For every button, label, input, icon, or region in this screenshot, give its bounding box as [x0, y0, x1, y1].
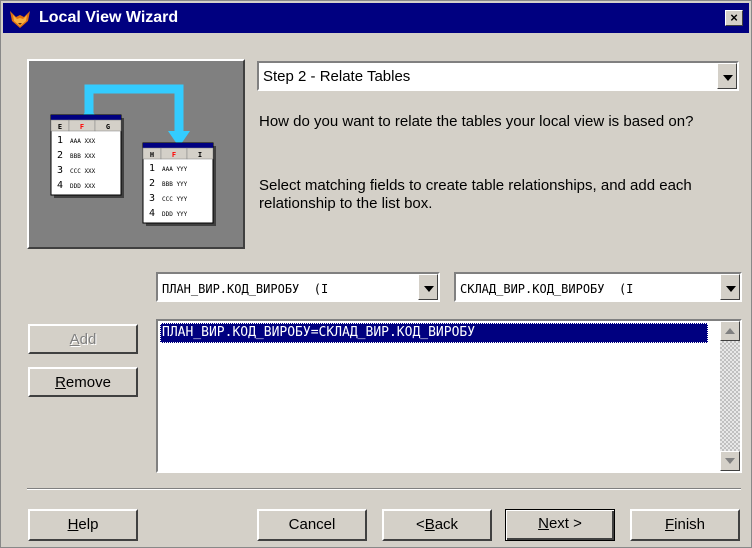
chevron-down-icon[interactable] [720, 274, 740, 300]
right-field-value: СКЛАД_ВИР.КОД_ВИРОБУ (I [460, 282, 634, 296]
table-row-number: 2 [149, 178, 155, 189]
relationship-item[interactable]: ПЛАН_ВИР.КОД_ВИРОБУ=СКЛАД_ВИР.КОД_ВИРОБУ [160, 323, 708, 343]
window-title: Local View Wizard [39, 9, 179, 26]
next-button[interactable]: Next > [505, 509, 615, 541]
table-row-values: CCC XXX [70, 168, 96, 175]
finish-access-key: F [664, 516, 675, 533]
help-access-key: H [67, 516, 79, 533]
table-header-label: F [80, 123, 84, 131]
chevron-down-icon[interactable] [717, 63, 737, 89]
cancel-button[interactable]: Cancel [257, 509, 367, 541]
table-header-label: G [106, 123, 110, 131]
add-label: dd [79, 331, 97, 348]
table-row-values: DDD YYY [162, 211, 188, 218]
mini-table-left: E F G 1 AAA XXX 2 BBB XXX 3 CCC XXX 4 DDD XXX [50, 114, 124, 198]
mini-table-right: H F I 1 AAA YYY 2 BBB YYY 3 CCC YYY 4 DDD YYY [142, 142, 216, 226]
step-dropdown[interactable]: Step 2 - Relate Tables [257, 61, 739, 91]
remove-label: emove [65, 374, 111, 391]
table-header-label: H [150, 151, 154, 159]
table-row-values: CCC YYY [162, 196, 188, 203]
add-access-key: A [69, 331, 80, 348]
right-field-dropdown[interactable]: СКЛАД_ВИР.КОД_ВИРОБУ (I [454, 272, 742, 302]
table-row-number: 3 [149, 193, 155, 204]
relate-hint: Select matching fields to create table r… [259, 177, 692, 212]
scroll-up-icon[interactable] [720, 321, 740, 341]
title-bar[interactable]: Local View Wizard × [3, 3, 749, 33]
table-header-label: E [58, 123, 62, 131]
table-header-label: F [172, 151, 176, 159]
help-label: elp [78, 516, 99, 533]
table-row-number: 1 [149, 163, 155, 174]
cancel-label: Cancel [288, 516, 336, 533]
relate-question: How do you want to relate the tables you… [259, 113, 694, 130]
table-row-values: BBB XXX [70, 153, 96, 160]
table-row-values: DDD XXX [70, 183, 96, 190]
left-field-dropdown[interactable]: ПЛАН_ВИР.КОД_ВИРОБУ (I [156, 272, 440, 302]
table-row-number: 3 [57, 165, 63, 176]
chevron-down-icon[interactable] [418, 274, 438, 300]
step-dropdown-value: Step 2 - Relate Tables [263, 68, 411, 85]
finish-button[interactable]: Finish [630, 509, 740, 541]
table-row-number: 1 [57, 135, 63, 146]
table-row-values: AAA XXX [70, 138, 96, 145]
table-header-label: I [198, 151, 202, 159]
left-field-value: ПЛАН_ВИР.КОД_ВИРОБУ (I [162, 282, 329, 296]
table-row-number: 4 [57, 180, 63, 191]
table-row-values: BBB YYY [162, 181, 188, 188]
wizard-window: Local View Wizard × E F G 1 AAA XXX 2 BBB XXX 3… [0, 0, 752, 548]
scroll-down-icon[interactable] [720, 451, 740, 471]
table-row-values: AAA YYY [162, 166, 188, 173]
table-row-number: 4 [149, 208, 155, 219]
remove-access-key: R [55, 374, 66, 391]
wizard-illustration: E F G 1 AAA XXX 2 BBB XXX 3 CCC XXX 4 DDD XXX H F I 1… [27, 59, 245, 249]
help-button[interactable]: Help [28, 509, 138, 541]
back-prefix: < [415, 516, 425, 533]
next-label: ext > [548, 515, 582, 532]
back-access-key: B [424, 516, 435, 533]
back-label: ack [434, 516, 459, 533]
add-button[interactable]: Add [28, 324, 138, 354]
relationships-listbox[interactable]: ПЛАН_ВИР.КОД_ВИРОБУ=СКЛАД_ВИР.КОД_ВИРОБУ [156, 319, 742, 473]
separator [27, 488, 741, 490]
fox-icon [10, 11, 30, 28]
remove-button[interactable]: Remove [28, 367, 138, 397]
listbox-scrollbar[interactable] [720, 321, 740, 471]
table-row-number: 2 [57, 150, 63, 161]
close-button[interactable]: × [725, 10, 743, 26]
relate-tables-graphic: E F G 1 AAA XXX 2 BBB XXX 3 CCC XXX 4 DDD XXX H F I 1… [50, 84, 216, 226]
back-button[interactable]: < Back [382, 509, 492, 541]
next-access-key: N [538, 515, 549, 532]
finish-label: inish [674, 516, 706, 533]
